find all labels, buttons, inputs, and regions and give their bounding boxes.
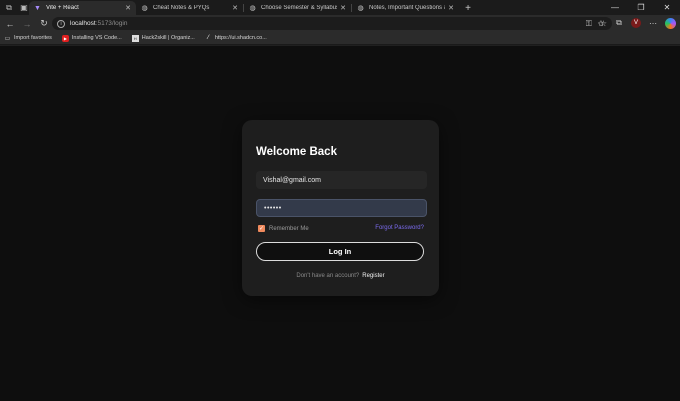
more-icon[interactable]: ⋯ — [647, 17, 659, 29]
reload-icon[interactable]: ↻ — [37, 17, 51, 31]
bookmark-hack2skill[interactable]: H Hack2skill | Organiz... — [131, 34, 195, 42]
address-bar[interactable]: i localhost:5173/login ⚿ ☆ — [52, 17, 612, 30]
tab-choose-semester[interactable]: ◍ Choose Semester & Syllabus ✕ — [244, 1, 351, 15]
copilot-icon[interactable] — [665, 17, 676, 29]
bookmarks-bar: ▭ Import favorites ▶ Installing VS Code.… — [0, 32, 680, 45]
bookmark-shadcn[interactable]: ⁄ https://ui.shadcn.co... — [205, 35, 267, 42]
bookmark-label: https://ui.shadcn.co... — [214, 35, 267, 41]
browser-chrome: ⧉ ▣ ▼ Vite + React ✕ ◍ Cheat Notes & PYQ… — [0, 0, 680, 46]
signup-prompt: Don't have an account? Register — [242, 273, 439, 279]
h2s-icon: H — [131, 34, 139, 42]
profile-avatar[interactable]: V — [631, 18, 641, 28]
key-icon[interactable]: ⚿ — [586, 19, 592, 29]
page-content: Welcome Back Vishal@gmail.com •••••• ✓ R… — [0, 46, 680, 401]
favorites-icon[interactable]: ✩ — [595, 17, 607, 29]
bookmark-label: Installing VS Code... — [71, 35, 122, 41]
window-menu: ⧉ ▣ — [0, 0, 29, 15]
workspaces-icon[interactable]: ⧉ — [4, 3, 14, 13]
globe-icon: ◍ — [141, 5, 148, 12]
globe-icon: ◍ — [249, 5, 256, 12]
bookmark-label: Import favorites — [14, 35, 52, 41]
close-icon[interactable]: ✕ — [125, 4, 131, 12]
bookmark-label: Hack2skill | Organiz... — [141, 35, 195, 41]
maximize-icon[interactable]: ❐ — [628, 3, 654, 12]
tab-notes[interactable]: ◍ Notes, Important Questions & Vi ✕ — [352, 1, 459, 15]
remember-me[interactable]: ✓ Remember Me — [258, 225, 309, 232]
remember-checkbox[interactable]: ✓ — [258, 225, 265, 232]
email-field[interactable]: Vishal@gmail.com — [256, 171, 427, 189]
close-icon[interactable]: ✕ — [448, 4, 454, 12]
shadcn-icon: ⁄ — [207, 35, 209, 41]
page-title: Welcome Back — [256, 146, 337, 158]
password-field[interactable]: •••••• — [256, 199, 427, 217]
window-close-icon[interactable]: ✕ — [654, 3, 680, 12]
url-path: :5173/login — [95, 20, 128, 27]
toolbar-actions: ✩ ⧉ V ⋯ — [595, 17, 676, 29]
bookmark-vscode[interactable]: ▶ Installing VS Code... — [61, 34, 122, 42]
close-icon[interactable]: ✕ — [340, 4, 346, 12]
back-icon[interactable]: ← — [3, 17, 17, 31]
tab-title: Cheat Notes & PYQs — [153, 5, 210, 11]
toolbar: ← → ↻ i localhost:5173/login ⚿ ☆ ✩ ⧉ V ⋯ — [0, 15, 680, 32]
youtube-icon: ▶ — [61, 34, 69, 42]
close-icon[interactable]: ✕ — [232, 4, 238, 12]
tab-vite-react[interactable]: ▼ Vite + React ✕ — [29, 1, 136, 15]
login-card: Welcome Back Vishal@gmail.com •••••• ✓ R… — [242, 120, 439, 296]
collections-icon[interactable]: ⧉ — [613, 17, 625, 29]
remember-label: Remember Me — [269, 225, 309, 232]
signup-text: Don't have an account? — [296, 273, 360, 279]
tab-strip: ⧉ ▣ ▼ Vite + React ✕ ◍ Cheat Notes & PYQ… — [0, 0, 680, 15]
tab-title: Notes, Important Questions & Vi — [369, 5, 445, 11]
tab-title: Choose Semester & Syllabus — [261, 5, 338, 11]
tab-title: Vite + React — [46, 5, 79, 11]
url-host: localhost — [70, 20, 96, 27]
folder-icon: ▭ — [4, 35, 11, 42]
window-controls: — ❐ ✕ — [602, 0, 680, 15]
site-info-icon[interactable]: i — [57, 19, 65, 28]
forward-icon[interactable]: → — [20, 17, 34, 31]
vite-icon: ▼ — [34, 4, 41, 12]
forgot-password-link[interactable]: Forgot Password? — [375, 225, 424, 231]
minimize-icon[interactable]: — — [602, 3, 628, 12]
tab-actions-icon[interactable]: ▣ — [19, 3, 29, 13]
tab-cheat-notes[interactable]: ◍ Cheat Notes & PYQs ✕ — [136, 1, 243, 15]
globe-icon: ◍ — [357, 5, 364, 12]
bookmark-import-favorites[interactable]: ▭ Import favorites — [4, 35, 52, 42]
register-link[interactable]: Register — [362, 273, 384, 279]
new-tab-icon[interactable]: + — [462, 1, 474, 15]
login-button[interactable]: Log In — [256, 242, 424, 261]
